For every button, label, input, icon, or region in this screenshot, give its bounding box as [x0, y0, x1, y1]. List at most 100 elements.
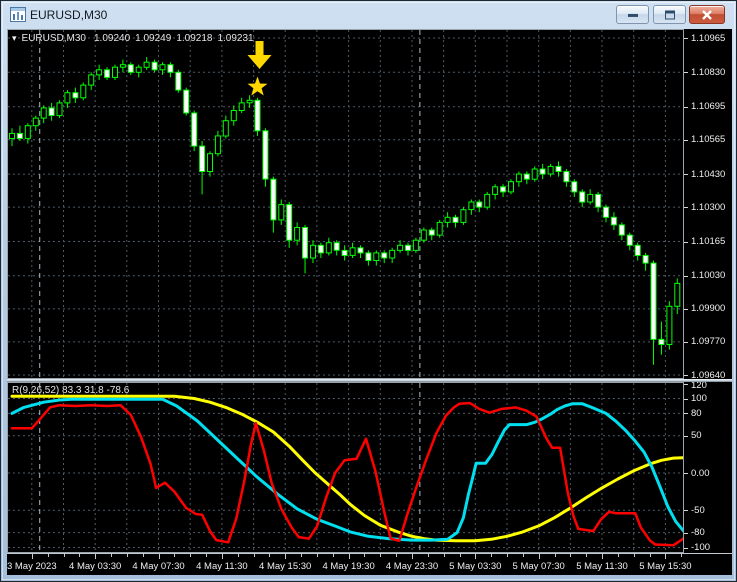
time-tick	[126, 554, 128, 557]
candle	[238, 97, 245, 113]
candle	[428, 227, 435, 241]
axis-tick	[684, 139, 688, 141]
axis-tick	[684, 510, 688, 512]
chart-header: ▾ EURUSD,M30 1.09240 1.09249 1.09218 1.09231	[12, 33, 259, 44]
time-tick	[427, 554, 429, 557]
price-label: 1.10430	[691, 168, 726, 180]
candle	[302, 224, 308, 274]
candle	[112, 64, 118, 80]
chart-window: EURUSD,M30 ▾ EURUSD,M30 1.09240 1.09249 1.09…	[0, 0, 737, 582]
time-label: 4 May 19:30	[322, 561, 375, 572]
candle	[175, 69, 182, 93]
time-label: 4 May 15:30	[259, 561, 312, 572]
main-chart-panel[interactable]: ▾ EURUSD,M30 1.09240 1.09249 1.09218 1.09231	[7, 29, 684, 379]
indicator-line-medium-cyan[interactable]	[10, 397, 692, 542]
title-bar[interactable]: EURUSD,M30	[1, 1, 736, 29]
axis-tick	[684, 383, 688, 385]
time-label: 5 May 07:30	[512, 561, 565, 572]
price-label: 1.10300	[691, 201, 726, 213]
candle	[500, 184, 506, 197]
candle	[127, 62, 134, 75]
indicator-plot[interactable]	[8, 383, 692, 552]
time-tick	[538, 554, 540, 559]
restore-button[interactable]	[653, 5, 686, 24]
ohlc-open: 1.09240	[94, 33, 131, 44]
price-label: 1.10565	[691, 134, 726, 146]
axis-tick	[684, 308, 688, 310]
minimize-button[interactable]	[616, 5, 649, 24]
price-axis[interactable]: 1.10965 1.10830 1.10695 1.10565 1.10430 1.103…	[684, 29, 732, 575]
time-tick	[380, 554, 382, 557]
time-label: 4 May 07:30	[132, 561, 185, 572]
candle	[16, 125, 23, 141]
candle	[587, 189, 594, 205]
panel-separator[interactable]	[7, 379, 732, 382]
candle	[88, 72, 95, 91]
candle	[262, 128, 269, 187]
indicator-panel[interactable]: R(9,26,52) 83.3 31.8 -78.6	[7, 382, 692, 553]
candle	[373, 250, 380, 266]
candle	[246, 95, 253, 108]
axis-tick	[684, 413, 688, 415]
candle	[642, 252, 649, 271]
close-button[interactable]	[689, 5, 725, 24]
candle	[56, 100, 63, 119]
star-annotation[interactable]	[247, 76, 268, 96]
candle	[618, 222, 625, 241]
axis-tick	[684, 241, 688, 243]
chart-dropdown-icon[interactable]: ▾	[12, 33, 17, 43]
indicator-scale-label: 80	[691, 407, 702, 419]
main-chart-plot[interactable]	[8, 30, 683, 378]
candle	[365, 250, 372, 266]
time-tick	[681, 554, 683, 557]
axis-tick	[684, 106, 688, 108]
time-tick	[570, 554, 572, 557]
price-label: 1.10965	[691, 32, 726, 44]
candle	[143, 57, 150, 70]
time-tick	[31, 554, 33, 559]
candle	[539, 163, 546, 180]
candle	[317, 242, 324, 258]
candle	[270, 176, 277, 233]
candle	[381, 250, 388, 264]
candle	[397, 240, 404, 253]
time-tick	[491, 554, 493, 557]
candle	[32, 115, 39, 131]
axis-tick	[684, 341, 688, 343]
sell-arrow-annotation[interactable]	[247, 41, 272, 69]
time-axis[interactable]: 3 May 2023 4 May 03:30 4 May 07:30 4 May 11…	[7, 553, 732, 575]
time-label: 4 May 23:30	[385, 561, 439, 572]
candle	[357, 245, 364, 258]
candle	[159, 62, 166, 75]
candle	[341, 245, 348, 261]
time-tick	[475, 554, 477, 559]
candle	[666, 301, 673, 350]
indicator-line-fast-red[interactable]	[10, 401, 690, 547]
chart-icon	[10, 7, 26, 22]
time-tick	[348, 554, 350, 559]
time-tick	[364, 554, 366, 557]
chart-client-area: ▾ EURUSD,M30 1.09240 1.09249 1.09218 1.09231 …	[7, 29, 732, 575]
time-tick	[633, 554, 635, 557]
indicator-scale-label: -100	[691, 542, 711, 553]
candle	[207, 151, 213, 177]
candle	[183, 87, 190, 116]
candle	[595, 191, 602, 213]
indicator-scale-label: 0.00	[691, 467, 710, 479]
candle	[222, 115, 229, 139]
candle	[230, 105, 237, 126]
price-label: 1.10695	[691, 101, 726, 113]
candle	[579, 189, 586, 208]
axis-tick	[684, 435, 688, 437]
candle	[48, 102, 55, 121]
indicator-line-slow-yellow[interactable]	[10, 394, 692, 543]
candle	[333, 240, 340, 256]
close-icon	[702, 9, 712, 20]
time-tick	[111, 554, 112, 557]
candle	[9, 128, 15, 147]
axis-tick	[684, 473, 688, 474]
candle	[405, 242, 411, 256]
candle	[191, 110, 198, 152]
price-label: 1.10165	[691, 236, 726, 247]
candle	[104, 67, 110, 80]
